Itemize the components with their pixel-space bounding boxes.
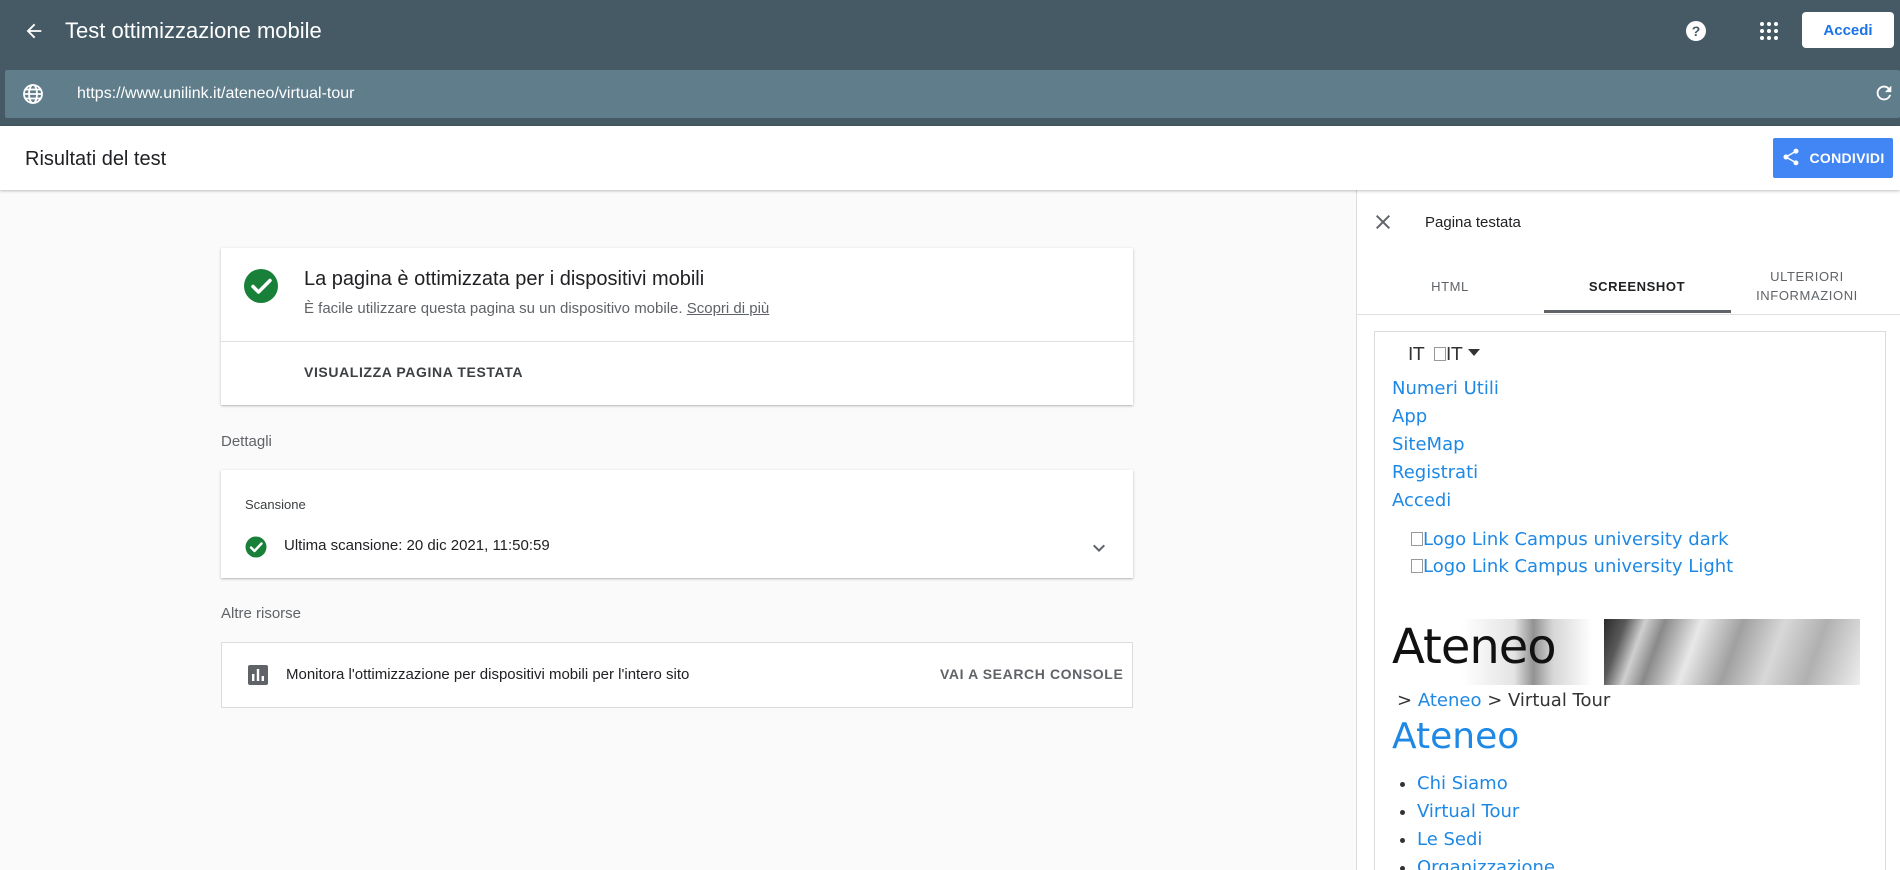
- resource-text: Monitora l'ottimizzazione per dispositiv…: [286, 666, 690, 683]
- check-circle-icon: [245, 536, 267, 558]
- share-button[interactable]: CONDIVIDI: [1773, 138, 1893, 178]
- apps-grid-icon[interactable]: [1751, 13, 1787, 49]
- logo-light-text: Logo Link Campus university Light: [1423, 556, 1734, 577]
- resource-card: Monitora l'ottimizzazione per dispositiv…: [221, 642, 1133, 708]
- globe-icon: [21, 82, 45, 106]
- result-subtitle-text: È facile utilizzare questa pagina su un …: [304, 300, 683, 317]
- language-code: IT: [1408, 344, 1425, 365]
- panel-tabs: HTML SCREENSHOT ULTERIORI INFORMAZIONI: [1357, 258, 1900, 314]
- menu-item-text: Chi Siamo: [1417, 773, 1508, 794]
- broken-image-icon: [1411, 559, 1423, 573]
- language-selector: IT IT: [1408, 344, 1481, 365]
- check-circle-icon: [243, 268, 279, 304]
- learn-more-link[interactable]: Scopri di più: [687, 300, 770, 317]
- tab-more-info-label: ULTERIORI INFORMAZIONI: [1756, 269, 1858, 303]
- result-subtitle: È facile utilizzare questa pagina su un …: [304, 300, 769, 317]
- hero-title: Ateneo: [1392, 619, 1557, 675]
- share-label: CONDIVIDI: [1809, 150, 1885, 166]
- resources-label: Altre risorse: [221, 605, 302, 622]
- logo-dark-text: Logo Link Campus university dark: [1423, 529, 1729, 550]
- tabs-divider: [1357, 314, 1900, 315]
- breadcrumb-sep: >: [1397, 690, 1413, 711]
- list-item: Chi Siamo: [1417, 773, 1555, 801]
- menu-item-text: Organizzazione: [1417, 857, 1555, 870]
- reload-icon[interactable]: [1873, 82, 1897, 106]
- broken-image-icon: [1434, 347, 1447, 361]
- app-bar: Test ottimizzazione mobile ? Accedi http…: [0, 0, 1900, 126]
- screenshot-nav-link: SiteMap: [1392, 434, 1465, 455]
- login-button[interactable]: Accedi: [1802, 12, 1894, 48]
- result-card: La pagina è ottimizzata per i dispositiv…: [221, 248, 1133, 405]
- screenshot-menu: Chi Siamo Virtual Tour Le Sedi Organizza…: [1417, 773, 1555, 870]
- active-tab-indicator: [1544, 310, 1731, 313]
- divider: [221, 341, 1133, 342]
- search-console-button[interactable]: VAI A SEARCH CONSOLE: [940, 666, 1123, 682]
- logo-alt-light: Logo Link Campus university Light: [1411, 556, 1733, 577]
- tested-page-panel: Pagina testata HTML SCREENSHOT ULTERIORI…: [1356, 190, 1900, 870]
- tab-html[interactable]: HTML: [1357, 258, 1543, 314]
- bar-chart-icon: [248, 665, 268, 685]
- breadcrumb-link: Ateneo: [1417, 690, 1482, 711]
- panel-title: Pagina testata: [1425, 214, 1521, 231]
- list-item: Virtual Tour: [1417, 801, 1555, 829]
- page-screenshot: IT IT Numeri Utili App SiteMap Registrat…: [1374, 331, 1886, 870]
- hero-banner: Ateneo: [1392, 619, 1860, 685]
- arrow-back-icon[interactable]: [16, 13, 52, 49]
- url-bar: https://www.unilink.it/ateneo/virtual-to…: [5, 70, 1900, 118]
- breadcrumb-current: Virtual Tour: [1508, 690, 1611, 711]
- screenshot-nav-link: Accedi: [1392, 490, 1452, 511]
- app-title: Test ottimizzazione mobile: [65, 18, 322, 43]
- view-tested-page-button[interactable]: VISUALIZZA PAGINA TESTATA: [304, 364, 523, 380]
- logo-alt-dark: Logo Link Campus university dark: [1411, 529, 1729, 550]
- results-header: Risultati del test CONDIVIDI: [0, 126, 1900, 190]
- breadcrumb: > Ateneo > Virtual Tour: [1397, 690, 1610, 711]
- last-scan-text: Ultima scansione: 20 dic 2021, 11:50:59: [284, 537, 550, 554]
- breadcrumb-sep: >: [1487, 690, 1503, 711]
- svg-text:?: ?: [1692, 23, 1701, 39]
- screenshot-nav-link: App: [1392, 406, 1428, 427]
- screenshot-heading: Ateneo: [1392, 716, 1520, 757]
- page-title: Risultati del test: [25, 148, 167, 170]
- caret-down-icon: [1468, 349, 1481, 356]
- url-input[interactable]: https://www.unilink.it/ateneo/virtual-to…: [77, 85, 354, 103]
- chevron-down-icon[interactable]: [1087, 536, 1111, 560]
- screenshot-nav-link: Registrati: [1392, 462, 1479, 483]
- screenshot-nav-link: Numeri Utili: [1392, 378, 1499, 399]
- close-icon[interactable]: [1371, 210, 1395, 234]
- tab-more-info[interactable]: ULTERIORI INFORMAZIONI: [1714, 258, 1900, 314]
- hero-image: [1604, 619, 1860, 685]
- details-label: Dettagli: [221, 433, 272, 450]
- tab-screenshot[interactable]: SCREENSHOT: [1544, 258, 1730, 314]
- menu-item-text: Virtual Tour: [1417, 801, 1520, 822]
- scan-card[interactable]: Scansione Ultima scansione: 20 dic 2021,…: [221, 470, 1133, 578]
- help-icon[interactable]: ?: [1678, 13, 1714, 49]
- language-flag-alt: IT: [1446, 344, 1463, 365]
- list-item: Organizzazione: [1417, 857, 1555, 870]
- menu-item-text: Le Sedi: [1417, 829, 1483, 850]
- scan-label: Scansione: [245, 497, 306, 512]
- share-icon: [1781, 147, 1801, 170]
- broken-image-icon: [1411, 532, 1423, 546]
- result-heading: La pagina è ottimizzata per i dispositiv…: [304, 268, 705, 290]
- list-item: Le Sedi: [1417, 829, 1555, 857]
